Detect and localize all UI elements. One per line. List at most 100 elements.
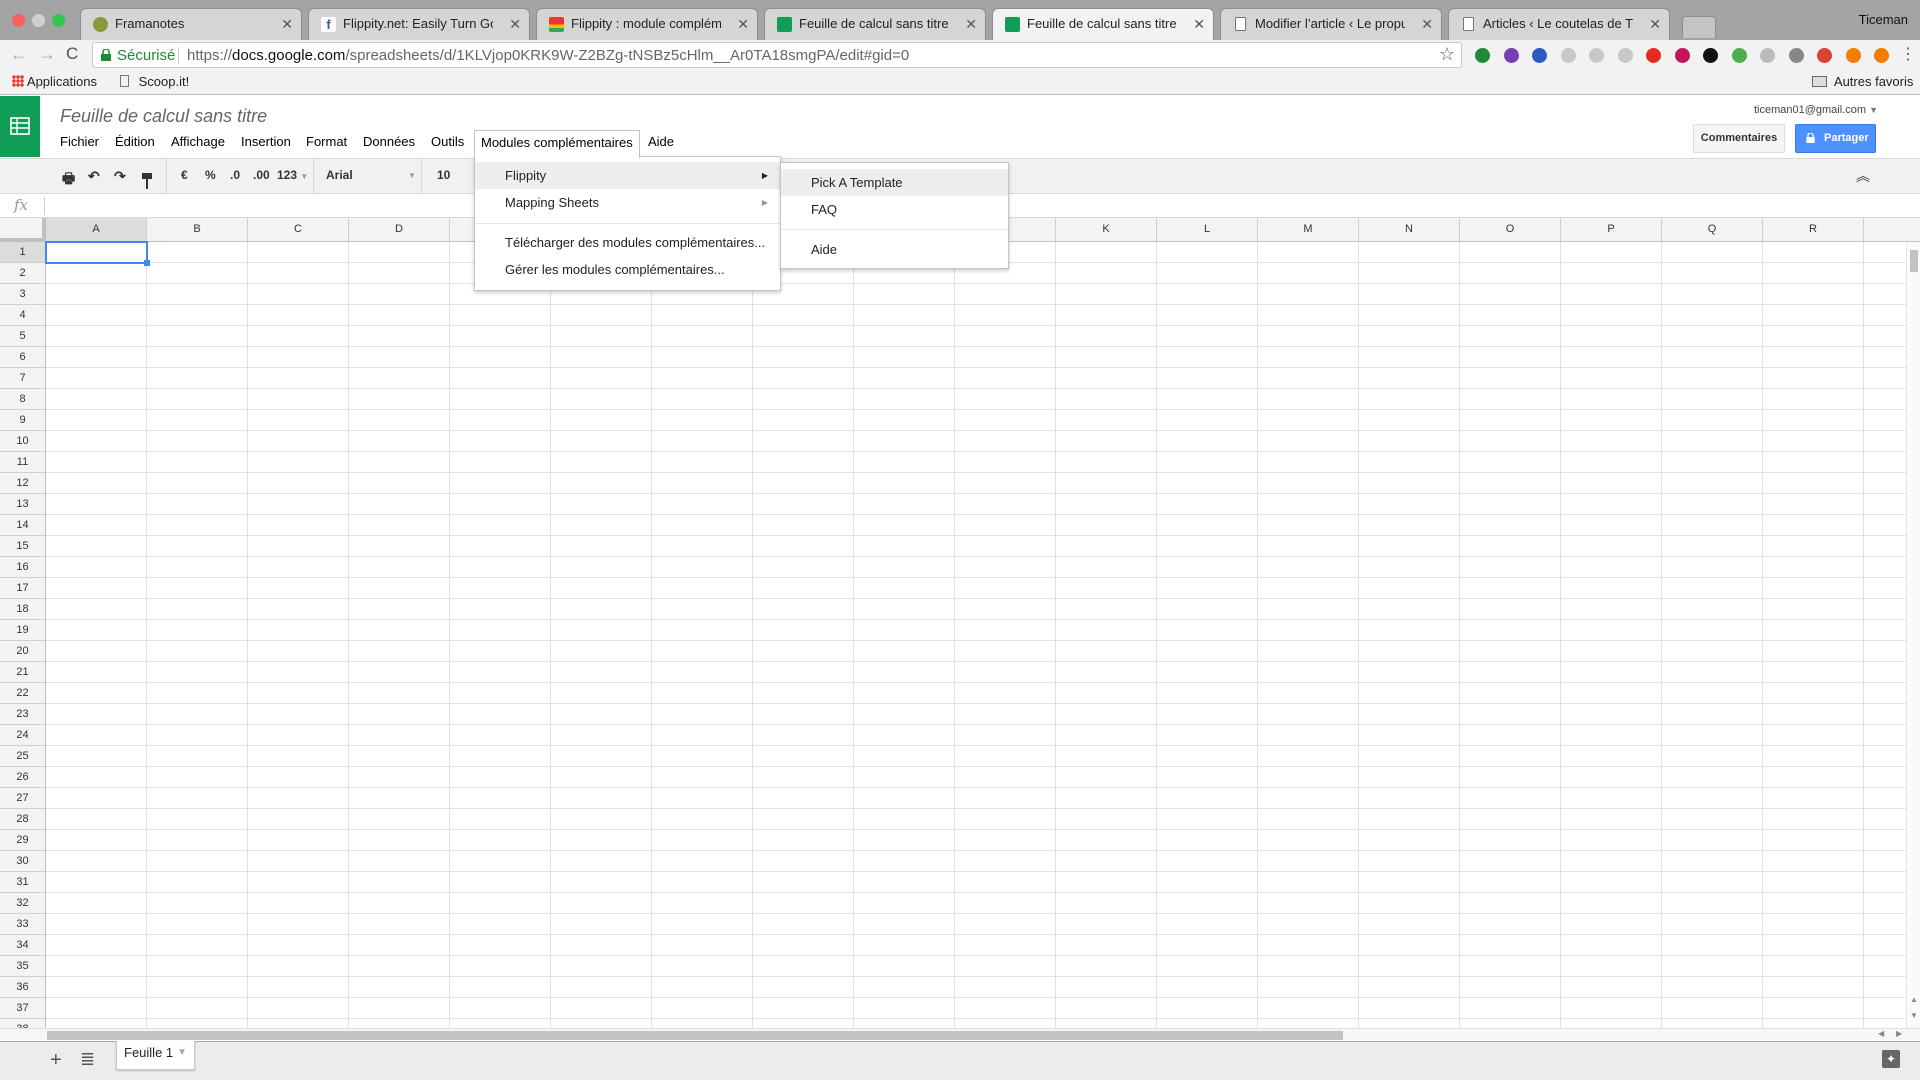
undo-icon[interactable]: ↶ xyxy=(88,168,100,185)
fill-handle[interactable] xyxy=(144,260,150,266)
chevron-down-icon[interactable]: ▼ xyxy=(177,1041,187,1065)
row-header-36[interactable]: 36 xyxy=(0,977,46,998)
book-extension-icon[interactable] xyxy=(1817,48,1832,63)
menu-item-manage-addons[interactable]: Gérer les modules complémentaires... xyxy=(475,256,780,283)
browser-tab-active[interactable]: Feuille de calcul sans titre - Go ✕ xyxy=(992,8,1214,40)
other-bookmarks[interactable]: Autres favoris xyxy=(1812,74,1913,89)
row-header-17[interactable]: 17 xyxy=(0,578,46,599)
row-header-29[interactable]: 29 xyxy=(0,830,46,851)
sheet-tab[interactable]: Feuille 1 ▼ xyxy=(116,1041,195,1070)
browser-tab[interactable]: Feuille de calcul sans titre - Go ✕ xyxy=(764,8,986,40)
row-header-9[interactable]: 9 xyxy=(0,410,46,431)
currency-format-button[interactable]: € xyxy=(181,168,188,182)
browser-tab[interactable]: Articles ‹ Le coutelas de Ticem ✕ xyxy=(1448,8,1670,40)
row-header-35[interactable]: 35 xyxy=(0,956,46,977)
tools-extension-icon[interactable] xyxy=(1788,48,1804,63)
onenote-extension-icon[interactable] xyxy=(1503,48,1519,63)
row-header-33[interactable]: 33 xyxy=(0,914,46,935)
decrease-decimals-button[interactable]: .0 xyxy=(230,168,240,182)
menu-aide[interactable]: Aide xyxy=(642,130,680,156)
font-size-select[interactable]: 10 xyxy=(437,168,450,182)
row-header-12[interactable]: 12 xyxy=(0,473,46,494)
reload-icon[interactable]: C xyxy=(66,44,78,64)
menu-item-get-addons[interactable]: Télécharger des modules complémentaires.… xyxy=(475,229,780,256)
scroll-down-icon[interactable]: ▼ xyxy=(1910,1011,1918,1020)
menu-modules-complementaires[interactable]: Modules complémentaires xyxy=(474,130,640,158)
menu-item-flippity[interactable]: Flippity ▶ xyxy=(475,162,780,189)
browser-tab[interactable]: Modifier l’article ‹ Le propulseu ✕ xyxy=(1220,8,1442,40)
profile-name[interactable]: Ticeman xyxy=(1859,12,1908,27)
comments-button[interactable]: Commentaires xyxy=(1693,124,1785,153)
menu-affichage[interactable]: Affichage xyxy=(165,130,231,156)
doc-title[interactable]: Feuille de calcul sans titre xyxy=(60,106,267,127)
row-header-3[interactable]: 3 xyxy=(0,284,46,305)
column-header-m[interactable]: M xyxy=(1258,218,1359,242)
row-header-18[interactable]: 18 xyxy=(0,599,46,620)
menu-item-aide[interactable]: Aide xyxy=(781,236,1008,263)
back-arrow-icon[interactable]: ← xyxy=(10,44,28,65)
menu-fichier[interactable]: Fichier xyxy=(54,130,105,156)
vertical-scroll-thumb[interactable] xyxy=(1910,250,1918,272)
browser-tab[interactable]: Framanotes ✕ xyxy=(80,8,302,40)
turtle-extension-icon[interactable] xyxy=(1731,48,1747,63)
row-header-31[interactable]: 31 xyxy=(0,872,46,893)
browser-tab[interactable]: f Flippity.net: Easily Turn Google ✕ xyxy=(308,8,530,40)
k-extension-icon[interactable] xyxy=(1532,48,1547,63)
close-tab-icon[interactable]: ✕ xyxy=(965,9,977,39)
row-header-38[interactable]: 38 xyxy=(0,1019,46,1028)
row-header-28[interactable]: 28 xyxy=(0,809,46,830)
column-header-q[interactable]: Q xyxy=(1662,218,1763,242)
more-formats-button[interactable]: 123 ▼ xyxy=(277,168,308,182)
column-header-r[interactable]: R xyxy=(1763,218,1864,242)
row-header-7[interactable]: 7 xyxy=(0,368,46,389)
chrome-menu-icon[interactable]: ⋮ xyxy=(1900,44,1916,64)
close-tab-icon[interactable]: ✕ xyxy=(1193,9,1205,39)
row-header-21[interactable]: 21 xyxy=(0,662,46,683)
row-header-6[interactable]: 6 xyxy=(0,347,46,368)
vertical-scrollbar[interactable]: ▲ ▼ xyxy=(1906,242,1920,1028)
photo-extension-icon[interactable] xyxy=(1674,48,1690,63)
row-header-10[interactable]: 10 xyxy=(0,431,46,452)
row-header-15[interactable]: 15 xyxy=(0,536,46,557)
maximize-window-button[interactable] xyxy=(52,14,65,27)
share-button[interactable]: Partager xyxy=(1795,124,1876,153)
row-header-2[interactable]: 2 xyxy=(0,263,46,284)
row-header-5[interactable]: 5 xyxy=(0,326,46,347)
scroll-left-icon[interactable]: ◀ xyxy=(1878,1029,1884,1038)
row-header-37[interactable]: 37 xyxy=(0,998,46,1019)
menu-edition[interactable]: Édition xyxy=(109,130,161,156)
row-header-4[interactable]: 4 xyxy=(0,305,46,326)
menu-item-pick-a-template[interactable]: Pick A Template xyxy=(781,169,1008,196)
row-header-14[interactable]: 14 xyxy=(0,515,46,536)
fm-extension-icon[interactable] xyxy=(1760,48,1775,63)
download-extension-icon[interactable] xyxy=(1475,48,1490,63)
forward-arrow-icon[interactable]: → xyxy=(38,44,56,65)
bookmark-scoopit[interactable]: Scoop.it! xyxy=(120,74,189,89)
horizontal-scroll-thumb[interactable] xyxy=(47,1031,1343,1040)
account-menu[interactable]: ticeman01@gmail.com ▼ xyxy=(1754,104,1878,116)
minimize-window-button[interactable] xyxy=(32,14,45,27)
column-header-d[interactable]: D xyxy=(349,218,450,242)
row-header-25[interactable]: 25 xyxy=(0,746,46,767)
menu-format[interactable]: Format xyxy=(300,130,353,156)
bookmark-applications[interactable]: Applications xyxy=(12,74,97,89)
scroll-up-icon[interactable]: ▲ xyxy=(1910,995,1918,1004)
add-sheet-icon[interactable]: + xyxy=(50,1049,62,1072)
menu-item-faq[interactable]: FAQ xyxy=(781,196,1008,223)
collapse-toolbar-icon[interactable]: ︽ xyxy=(1856,166,1870,186)
selected-cell-a1[interactable] xyxy=(45,241,148,264)
star-extension-icon[interactable] xyxy=(1703,48,1718,63)
rss-extension-icon[interactable] xyxy=(1617,48,1633,63)
scroll-right-icon[interactable]: ▶ xyxy=(1896,1029,1902,1038)
column-header-b[interactable]: B xyxy=(147,218,248,242)
row-header-16[interactable]: 16 xyxy=(0,557,46,578)
explore-icon[interactable]: ✦ xyxy=(1882,1050,1900,1068)
adblock-extension-icon[interactable] xyxy=(1646,48,1661,63)
column-header-a[interactable]: A xyxy=(46,218,147,242)
column-header-c[interactable]: C xyxy=(248,218,349,242)
orange-extension-icon[interactable] xyxy=(1845,48,1861,63)
row-header-20[interactable]: 20 xyxy=(0,641,46,662)
row-header-30[interactable]: 30 xyxy=(0,851,46,872)
row-header-34[interactable]: 34 xyxy=(0,935,46,956)
select-all-corner[interactable] xyxy=(0,218,46,242)
